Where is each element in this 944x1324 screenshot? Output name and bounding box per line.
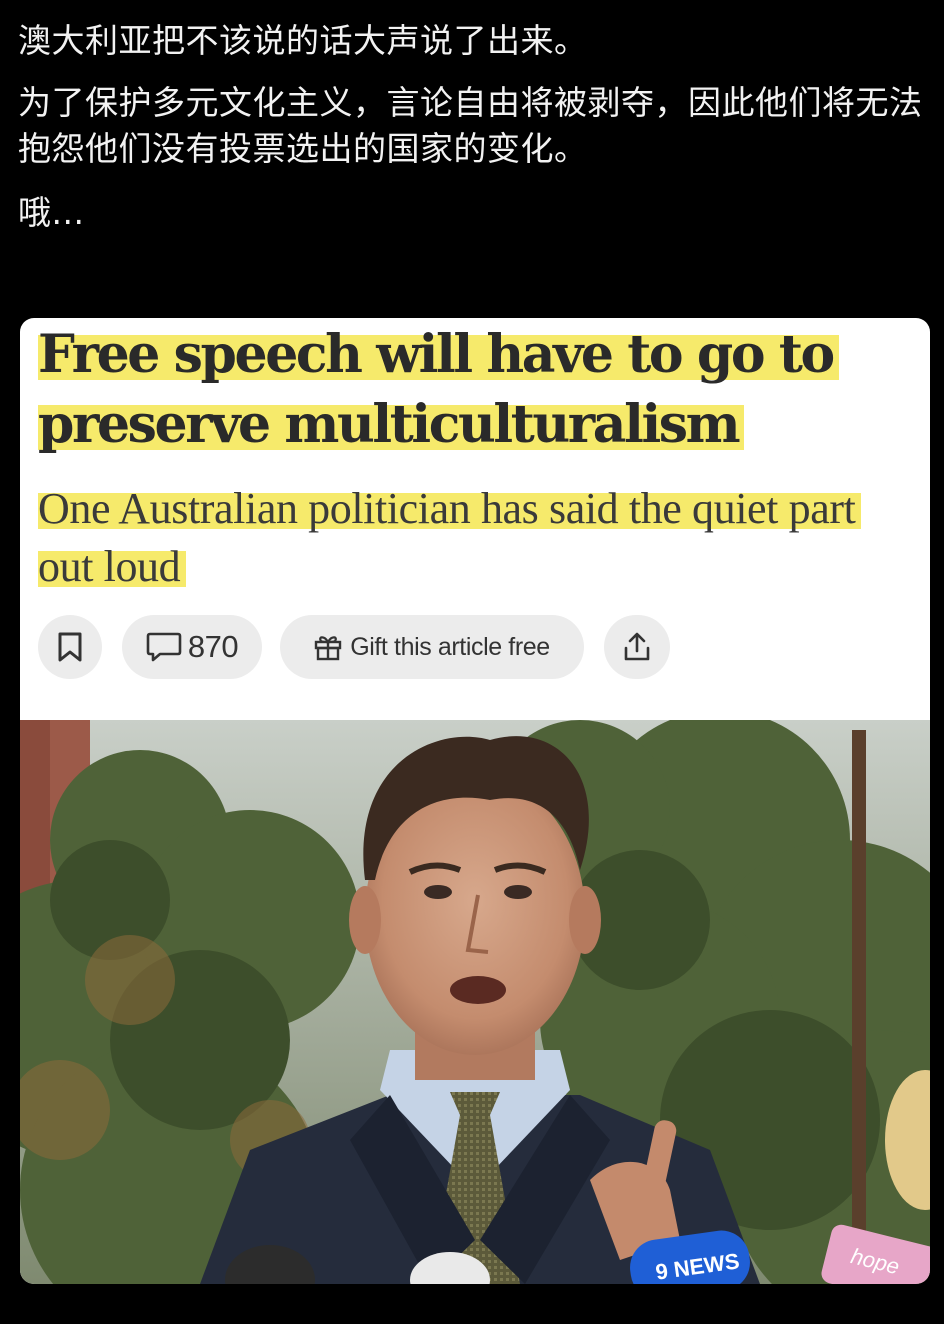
post-paragraph-2: 为了保护多元文化主义，言论自由将被剥夺，因此他们将无法抱怨他们没有投票选出的国家… <box>18 83 923 168</box>
bookmark-button[interactable] <box>38 615 102 679</box>
article-photo[interactable]: 9 NEWS hope <box>20 720 930 1284</box>
article-headline[interactable]: Free speech will have to go to preserve … <box>38 320 918 460</box>
share-icon <box>624 632 650 661</box>
article-standfirst: One Australian politician has said the q… <box>38 480 898 596</box>
article-actions: 870 Gift this article free <box>38 615 670 679</box>
bookmark-icon <box>58 632 82 662</box>
comment-icon <box>146 632 182 662</box>
post-text: 澳大利亚把不该说的话大声说了出来。 为了保护多元文化主义，言论自由将被剥夺，因此… <box>18 18 928 236</box>
politician-press-photo: 9 NEWS hope <box>20 720 930 1284</box>
comment-count: 870 <box>187 629 239 664</box>
share-button[interactable] <box>604 615 670 679</box>
comments-button[interactable]: 870 <box>122 615 262 679</box>
gift-article-button[interactable]: Gift this article free <box>280 615 584 679</box>
article-card[interactable]: Free speech will have to go to preserve … <box>20 318 930 1284</box>
gift-icon <box>314 636 342 661</box>
post-line-1: 澳大利亚把不该说的话大声说了出来。 <box>18 21 588 60</box>
headline-highlight: Free speech will have to go to preserve … <box>38 324 839 455</box>
gift-label: Gift this article free <box>350 632 550 661</box>
post-line-3: 哦... <box>18 193 85 232</box>
standfirst-highlight: One Australian politician has said the q… <box>38 484 862 591</box>
